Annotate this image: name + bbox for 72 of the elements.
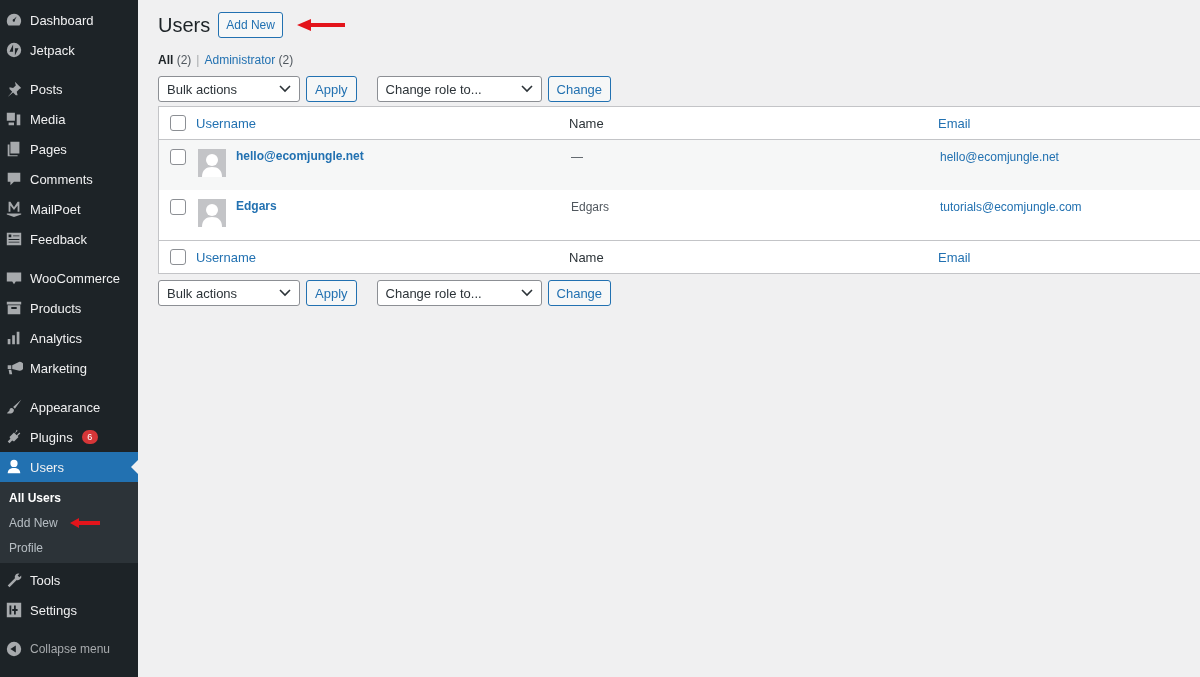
sidebar-item[interactable]: Appearance bbox=[0, 392, 138, 422]
column-header: Name bbox=[569, 249, 604, 265]
email-link[interactable]: tutorials@ecomjungle.com bbox=[940, 200, 1082, 214]
user-icon bbox=[5, 458, 23, 476]
role-filter-link[interactable]: Administrator (2) bbox=[204, 53, 294, 67]
column-header[interactable]: Username bbox=[196, 115, 256, 131]
apply-button[interactable]: Apply bbox=[306, 280, 357, 306]
chevron-down-icon bbox=[279, 289, 291, 297]
megaphone-icon bbox=[5, 359, 23, 377]
avatar-placeholder bbox=[198, 149, 226, 177]
select-all-checkbox[interactable] bbox=[169, 115, 186, 131]
bulk-actions-select[interactable]: Bulk actions bbox=[158, 76, 300, 102]
avatar-placeholder bbox=[198, 199, 226, 227]
chevron-down-icon bbox=[520, 289, 533, 297]
bulk-actions-select[interactable]: Bulk actions bbox=[158, 280, 300, 306]
add-new-button[interactable]: Add New bbox=[218, 12, 283, 38]
sidebar-item[interactable]: Pages bbox=[0, 134, 138, 164]
annotation-arrow bbox=[69, 517, 100, 528]
bolt-icon bbox=[5, 41, 23, 59]
filter-separator: | bbox=[196, 53, 200, 67]
chevron-down-icon bbox=[520, 85, 533, 93]
column-header[interactable]: Username bbox=[196, 249, 256, 265]
page-title: Users bbox=[158, 13, 211, 37]
change-role-select[interactable]: Change role to... bbox=[376, 280, 542, 306]
sidebar-item[interactable]: Jetpack bbox=[0, 35, 138, 65]
plug-icon bbox=[5, 428, 23, 446]
username-link[interactable]: hello@ecomjungle.net bbox=[236, 149, 364, 163]
sidebar-item[interactable]: Comments bbox=[0, 164, 138, 194]
update-count-badge: 6 bbox=[81, 430, 98, 444]
wrench-icon bbox=[5, 571, 23, 589]
apply-button[interactable]: Apply bbox=[306, 76, 357, 102]
current-menu-pointer bbox=[131, 460, 138, 474]
name-cell: Edgars bbox=[571, 200, 610, 214]
submenu-item[interactable]: All Users bbox=[9, 490, 62, 505]
form-icon bbox=[5, 230, 23, 248]
sidebar-item[interactable]: Products bbox=[0, 293, 138, 323]
sidebar-item[interactable]: Tools bbox=[0, 565, 138, 595]
sidebar-item[interactable]: Settings bbox=[0, 595, 138, 625]
media-icon bbox=[5, 110, 23, 128]
sidebar-item[interactable]: MailPoet bbox=[0, 194, 138, 224]
collapse-icon bbox=[5, 640, 23, 658]
row-checkbox[interactable] bbox=[169, 199, 186, 215]
annotation-arrow bbox=[296, 19, 345, 31]
sidebar-item[interactable]: Analytics bbox=[0, 323, 138, 353]
change-button[interactable]: Change bbox=[547, 280, 612, 306]
row-checkbox[interactable] bbox=[169, 149, 186, 165]
chevron-down-icon bbox=[279, 85, 291, 93]
sliders-icon bbox=[5, 601, 23, 619]
column-header: Name bbox=[569, 115, 604, 131]
sidebar-item[interactable]: Media bbox=[0, 104, 138, 134]
collapse-menu-button[interactable]: Collapse menu bbox=[0, 634, 138, 664]
sidebar-item[interactable]: Dashboard bbox=[0, 5, 138, 35]
sidebar-item[interactable]: Feedback bbox=[0, 224, 138, 254]
submenu-item[interactable]: Add New bbox=[9, 515, 58, 530]
comment-icon bbox=[5, 170, 23, 188]
sidebar-item[interactable]: Posts bbox=[0, 74, 138, 104]
role-filter-link[interactable]: All (2) bbox=[158, 53, 192, 67]
change-role-select[interactable]: Change role to... bbox=[376, 76, 542, 102]
submenu-item[interactable]: Profile bbox=[9, 540, 43, 555]
username-link[interactable]: Edgars bbox=[236, 199, 277, 213]
sidebar-item[interactable]: WooCommerce bbox=[0, 263, 138, 293]
sidebar-item[interactable]: Users bbox=[0, 452, 138, 482]
column-header[interactable]: Email bbox=[938, 249, 971, 265]
sidebar-item[interactable]: Marketing bbox=[0, 353, 138, 383]
sidebar-item[interactable]: Plugins 6 bbox=[0, 422, 138, 452]
email-link[interactable]: hello@ecomjungle.net bbox=[940, 150, 1059, 164]
name-cell: — bbox=[571, 150, 583, 164]
select-all-checkbox[interactable] bbox=[169, 249, 186, 265]
box-icon bbox=[5, 299, 23, 317]
change-button[interactable]: Change bbox=[547, 76, 612, 102]
brush-icon bbox=[5, 398, 23, 416]
column-header[interactable]: Email bbox=[938, 115, 971, 131]
